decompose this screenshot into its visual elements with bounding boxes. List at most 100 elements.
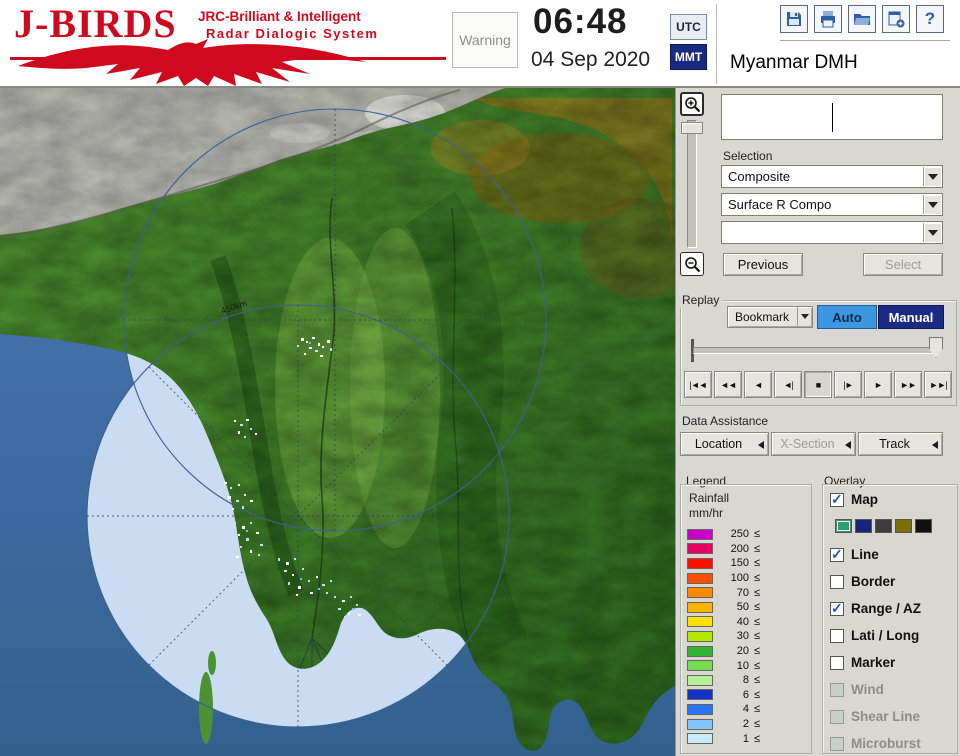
selection-input[interactable]	[721, 94, 943, 140]
replay-group: Bookmark Auto Manual |◄◄ ◄◄ ◄ ◄| ■ |► ► …	[680, 300, 957, 406]
radar-map[interactable]: 450km	[0, 88, 675, 756]
zoom-out-button[interactable]	[680, 252, 704, 276]
checkbox[interactable]	[830, 493, 844, 507]
overlay-checkbox-marker[interactable]: Marker	[830, 655, 895, 670]
overlay-checkbox-line[interactable]: Line	[830, 547, 879, 562]
track-button[interactable]: Track	[858, 432, 943, 456]
manual-mode-button[interactable]: Manual	[878, 305, 944, 329]
bookmark-button[interactable]: Bookmark	[727, 306, 813, 328]
legend-row: 100≤	[687, 571, 760, 586]
legend-row: 1≤	[687, 731, 760, 746]
utc-button[interactable]: UTC	[670, 14, 707, 40]
checkbox[interactable]	[830, 710, 844, 724]
map-style-swatch[interactable]	[875, 519, 892, 533]
checkbox[interactable]	[830, 575, 844, 589]
checkbox[interactable]	[830, 629, 844, 643]
legend-row: 30≤	[687, 629, 760, 644]
replay-slider-track[interactable]	[693, 347, 939, 354]
chevron-down-icon[interactable]	[923, 223, 941, 242]
location-button[interactable]: Location	[680, 432, 769, 456]
flyout-arrow-icon	[758, 441, 764, 449]
clock-date: 04 Sep 2020	[531, 48, 650, 72]
playback-stop-button[interactable]: ■	[804, 371, 832, 398]
warning-indicator[interactable]: Warning	[452, 12, 518, 68]
legend-color-swatch	[687, 573, 713, 584]
chevron-down-icon[interactable]	[923, 195, 941, 214]
legend-row: 40≤	[687, 615, 760, 630]
checkbox[interactable]	[830, 548, 844, 562]
radar-map-canvas: 450km	[0, 88, 675, 756]
overlay-checkbox-lati-long[interactable]: Lati / Long	[830, 628, 919, 643]
legend-unit-label: mm/hr	[689, 506, 723, 520]
legend-row: 200≤	[687, 542, 760, 557]
zoom-in-button[interactable]	[680, 92, 704, 116]
sub-product-combo[interactable]	[721, 221, 943, 244]
replay-slider-handle[interactable]	[929, 337, 943, 358]
legend-row: 6≤	[687, 688, 760, 703]
legend-color-swatch	[687, 602, 713, 613]
select-button[interactable]: Select	[863, 253, 943, 276]
save-button[interactable]	[780, 5, 808, 33]
save-icon	[785, 10, 803, 28]
toolbar: ?	[780, 5, 950, 41]
legend-color-swatch	[687, 719, 713, 730]
playback-play-button[interactable]: ►	[864, 371, 892, 398]
warning-label: Warning	[459, 32, 511, 48]
legend-color-swatch	[687, 529, 713, 540]
map-style-swatch[interactable]	[915, 519, 932, 533]
help-button[interactable]: ?	[916, 5, 944, 33]
playback-fast-rewind-button[interactable]: ◄◄	[714, 371, 742, 398]
map-style-swatch[interactable]	[835, 519, 852, 533]
text-caret	[832, 103, 833, 132]
legend-title: Rainfall	[689, 491, 729, 505]
export-button[interactable]	[882, 5, 910, 33]
zoom-slider-track[interactable]	[687, 120, 697, 248]
selection-label: Selection	[723, 149, 772, 163]
zoom-in-icon	[684, 96, 701, 113]
playback-reverse-button[interactable]: ◄	[744, 371, 772, 398]
legend-row: 50≤	[687, 600, 760, 615]
overlay-checkbox-wind[interactable]: Wind	[830, 682, 884, 697]
chevron-down-icon[interactable]	[797, 307, 812, 327]
playback-controls: |◄◄ ◄◄ ◄ ◄| ■ |► ► ►► ►►|	[684, 371, 952, 398]
map-style-swatch[interactable]	[855, 519, 872, 533]
playback-step-back-button[interactable]: ◄|	[774, 371, 802, 398]
checkbox[interactable]	[830, 737, 844, 751]
playback-skip-start-button[interactable]: |◄◄	[684, 371, 712, 398]
print-button[interactable]	[814, 5, 842, 33]
overlay-checkbox-shear-line[interactable]: Shear Line	[830, 709, 920, 724]
playback-skip-end-button[interactable]: ►►|	[924, 371, 952, 398]
chevron-down-icon[interactable]	[923, 167, 941, 186]
composite-combo[interactable]: Composite	[721, 165, 943, 188]
playback-step-forward-button[interactable]: |►	[834, 371, 862, 398]
replay-label: Replay	[679, 293, 722, 307]
overlay-checkbox-microburst[interactable]: Microburst	[830, 736, 921, 751]
legend-row: 250≤	[687, 527, 760, 542]
legend-color-swatch	[687, 631, 713, 642]
map-style-swatch[interactable]	[895, 519, 912, 533]
x-section-button[interactable]: X-Section	[771, 432, 856, 456]
legend-color-swatch	[687, 558, 713, 569]
checkbox[interactable]	[830, 683, 844, 697]
flyout-arrow-icon	[845, 441, 851, 449]
legend-group: Rainfall mm/hr 250≤ 200≤ 150≤ 100≤ 70≤ 5…	[680, 484, 812, 754]
zoom-slider-handle[interactable]	[681, 122, 703, 134]
print-icon	[819, 10, 837, 28]
overlay-checkbox-border[interactable]: Border	[830, 574, 895, 589]
open-folder-button[interactable]	[848, 5, 876, 33]
legend-color-swatch	[687, 616, 713, 627]
previous-button[interactable]: Previous	[723, 253, 803, 276]
jbirds-app: J-BIRDS JRC-Brilliant & Intelligent Rada…	[0, 0, 960, 756]
playback-fast-forward-button[interactable]: ►►	[894, 371, 922, 398]
mmt-button[interactable]: MMT	[670, 44, 707, 70]
checkbox[interactable]	[830, 656, 844, 670]
overlay-checkbox-range-az[interactable]: Range / AZ	[830, 601, 921, 616]
legend-row: 70≤	[687, 585, 760, 600]
product-combo[interactable]: Surface R Compo	[721, 193, 943, 216]
overlay-checkbox-map[interactable]: Map	[830, 492, 878, 507]
checkbox[interactable]	[830, 602, 844, 616]
legend-color-swatch	[687, 675, 713, 686]
legend-row: 8≤	[687, 673, 760, 688]
eagle-logo-icon	[10, 36, 446, 86]
auto-mode-button[interactable]: Auto	[817, 305, 877, 329]
